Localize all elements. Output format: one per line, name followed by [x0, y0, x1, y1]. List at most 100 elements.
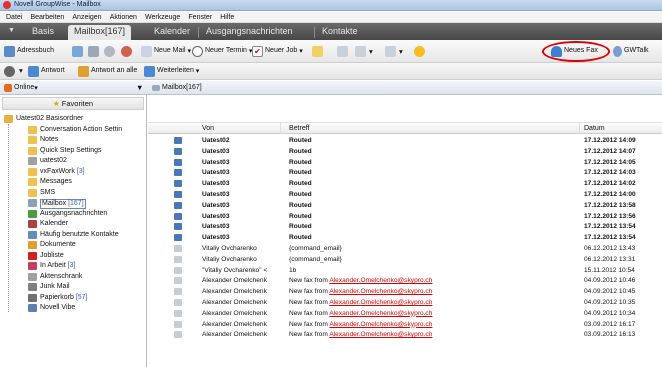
- sidebar-item-notes[interactable]: Notes: [0, 135, 146, 146]
- sidebar-item-ausgangsnachrichten[interactable]: Ausgangsnachrichten: [0, 209, 146, 220]
- sidebar-item-sms[interactable]: SMS: [0, 188, 146, 199]
- sidebar-item-papierkorb[interactable]: Papierkorb [57]: [0, 293, 146, 304]
- tab-ausgangsnachrichten[interactable]: Ausgangsnachrichten: [200, 25, 299, 40]
- column-betreff[interactable]: Betreff: [289, 125, 310, 132]
- groupwise-logo-icon: [3, 1, 11, 9]
- menu-hilfe[interactable]: Hilfe: [220, 14, 234, 21]
- row-subject: Routed: [289, 147, 577, 157]
- chevron-down-icon[interactable]: ▼: [136, 83, 143, 92]
- weiterleiten-button[interactable]: Weiterleiten ▾: [144, 64, 199, 78]
- smiley-icon[interactable]: [414, 46, 425, 57]
- table-row[interactable]: Uatest03 Routed 17.12.2012 13:56: [148, 212, 662, 222]
- menu-anzeigen[interactable]: Anzeigen: [72, 14, 101, 21]
- row-subject-text: New fax from: [289, 309, 330, 317]
- antwort-button[interactable]: Antwort: [28, 64, 65, 78]
- chevron-down-icon[interactable]: ▾: [19, 66, 23, 75]
- tab-menu-arrow-icon[interactable]: ▼: [8, 27, 15, 34]
- table-row[interactable]: Alexander Omelchenk New fax from Alexande…: [148, 330, 662, 340]
- tab-kontakte[interactable]: Kontakte: [316, 25, 364, 40]
- user-icon[interactable]: [121, 46, 132, 57]
- routed-item-icon: [174, 169, 182, 177]
- tab-mailbox[interactable]: Mailbox[167]: [68, 25, 132, 40]
- sidebar-item-in-arbeit[interactable]: In Arbeit [3]: [0, 261, 146, 272]
- columns-icon[interactable]: [355, 46, 366, 57]
- sidebar-item-quick-step-settings[interactable]: Quick Step Settings: [0, 146, 146, 157]
- table-row[interactable]: Uatest03 Routed 17.12.2012 14:05: [148, 158, 662, 168]
- table-row[interactable]: Alexander Omelchenk New fax from Alexande…: [148, 276, 662, 286]
- tab-basis[interactable]: Basis: [26, 25, 60, 40]
- sidebar-item-conversation-action-settin[interactable]: Conversation Action Settin: [0, 125, 146, 136]
- tab-kalender[interactable]: Kalender: [148, 25, 196, 40]
- find-icon[interactable]: [104, 46, 115, 57]
- folder-icon: [28, 209, 37, 218]
- sidebar-item-dokumente[interactable]: Dokumente: [0, 240, 146, 251]
- email-link[interactable]: Alexander.Omelchenko@skypro.ch: [329, 331, 432, 338]
- sidebar-item-kalender[interactable]: Kalender: [0, 219, 146, 230]
- email-link[interactable]: Alexander.Omelchenko@skypro.ch: [329, 288, 432, 295]
- row-subject: 1b: [289, 266, 577, 276]
- sidebar-item-novell-vibe[interactable]: Novell Vibe: [0, 303, 146, 314]
- folder-icon: [28, 251, 37, 260]
- tab-divider: [314, 27, 315, 38]
- neuer-job-button[interactable]: ✔ Neuer Job ▾: [252, 44, 303, 58]
- sidebar-item-uatest02-basisordner[interactable]: Uatest02 Basisordner: [0, 114, 146, 125]
- neue-mail-button[interactable]: Neue Mail ▾: [141, 44, 191, 58]
- table-row[interactable]: Alexander Omelchenk New fax from Alexande…: [148, 298, 662, 308]
- table-row[interactable]: Alexander Omelchenk New fax from Alexande…: [148, 320, 662, 330]
- table-row[interactable]: Uatest03 Routed 17.12.2012 14:00: [148, 190, 662, 200]
- chevron-down-icon[interactable]: ▾: [187, 48, 191, 55]
- email-link[interactable]: Alexander.Omelchenko@skypro.ch: [329, 277, 432, 284]
- sidebar-item-uatest02[interactable]: uatest02: [0, 156, 146, 167]
- list-view-icon[interactable]: [337, 46, 348, 57]
- menu-aktionen[interactable]: Aktionen: [110, 14, 137, 21]
- column-von[interactable]: Von: [202, 125, 214, 132]
- online-status-dropdown[interactable]: Online▾: [4, 81, 38, 95]
- menu-fenster[interactable]: Fenster: [188, 14, 212, 21]
- row-sender: Uatest03: [202, 234, 230, 242]
- gwtalk-button[interactable]: GWTalk: [613, 44, 649, 58]
- table-row[interactable]: Uatest03 Routed 17.12.2012 14:07: [148, 147, 662, 157]
- adressbuch-button[interactable]: Adressbuch: [4, 44, 54, 58]
- menu-bearbeiten[interactable]: Bearbeiten: [30, 14, 64, 21]
- table-row[interactable]: Uatest03 Routed 17.12.2012 14:03: [148, 168, 662, 178]
- email-link[interactable]: Alexander.Omelchenko@skypro.ch: [329, 299, 432, 306]
- view-icon[interactable]: [385, 46, 396, 57]
- email-link[interactable]: Alexander.Omelchenko@skypro.ch: [329, 310, 432, 317]
- chevron-down-icon[interactable]: ▾: [369, 47, 373, 56]
- sidebar-item-häufig-benutzte-kontakte[interactable]: Häufig benutzte Kontakte: [0, 230, 146, 241]
- menu-werkzeuge[interactable]: Werkzeuge: [145, 14, 180, 21]
- sidebar-item-jobliste[interactable]: Jobliste: [0, 251, 146, 262]
- neuer-termin-button[interactable]: Neuer Termin ▾: [192, 44, 252, 58]
- sidebar-item-junk-mail[interactable]: Junk Mail: [0, 282, 146, 293]
- table-row[interactable]: "Vitaliy Ovcharenko" < 1b 15.11.2012 10:54: [148, 266, 662, 276]
- chevron-down-icon[interactable]: ▾: [299, 48, 303, 55]
- message-list: Von Betreff Datum Uatest02 Routed 17.12.20…: [148, 95, 662, 367]
- phone-icon[interactable]: [72, 46, 83, 57]
- note-icon[interactable]: [312, 46, 323, 57]
- menu-datei[interactable]: Datei: [6, 14, 22, 21]
- sidebar-item-mailbox[interactable]: Mailbox [167]: [0, 198, 146, 209]
- chevron-down-icon[interactable]: ▾: [196, 68, 200, 75]
- mail-icon: [174, 320, 182, 328]
- gear-icon[interactable]: [4, 66, 15, 77]
- table-row[interactable]: Alexander Omelchenk New fax from Alexande…: [148, 287, 662, 297]
- sidebar-item-vxfaxwork[interactable]: vxFaxWork [3]: [0, 167, 146, 178]
- table-row[interactable]: Uatest02 Routed 17.12.2012 14:09: [148, 136, 662, 146]
- table-row[interactable]: Alexander Omelchenk New fax from Alexande…: [148, 309, 662, 319]
- table-row[interactable]: Uatest03 Routed 17.12.2012 13:54: [148, 222, 662, 232]
- table-row[interactable]: Uatest03 Routed 17.12.2012 13:54: [148, 233, 662, 243]
- table-row[interactable]: Uatest03 Routed 17.12.2012 13:58: [148, 201, 662, 211]
- print-icon[interactable]: [88, 46, 99, 57]
- table-row[interactable]: Uatest03 Routed 17.12.2012 14:02: [148, 179, 662, 189]
- table-row[interactable]: Vitaliy Ovcharenko {command_email} 06.12.2…: [148, 255, 662, 265]
- table-row[interactable]: Vitaliy Ovcharenko {command_email} 06.12.2…: [148, 244, 662, 254]
- row-subject-text: {command_email}: [289, 255, 342, 263]
- chevron-down-icon[interactable]: ▾: [399, 47, 403, 56]
- email-link[interactable]: Alexander.Omelchenko@skypro.ch: [329, 321, 432, 328]
- column-datum[interactable]: Datum: [584, 125, 605, 132]
- sidebar-item-aktenschrank[interactable]: Aktenschrank: [0, 272, 146, 283]
- favoriten-button[interactable]: ★ Favoriten: [2, 97, 144, 110]
- row-date: 03.09.2012 16:17: [584, 320, 636, 328]
- antwort-alle-button[interactable]: Antwort an alle: [78, 64, 137, 78]
- sidebar-item-messages[interactable]: Messages: [0, 177, 146, 188]
